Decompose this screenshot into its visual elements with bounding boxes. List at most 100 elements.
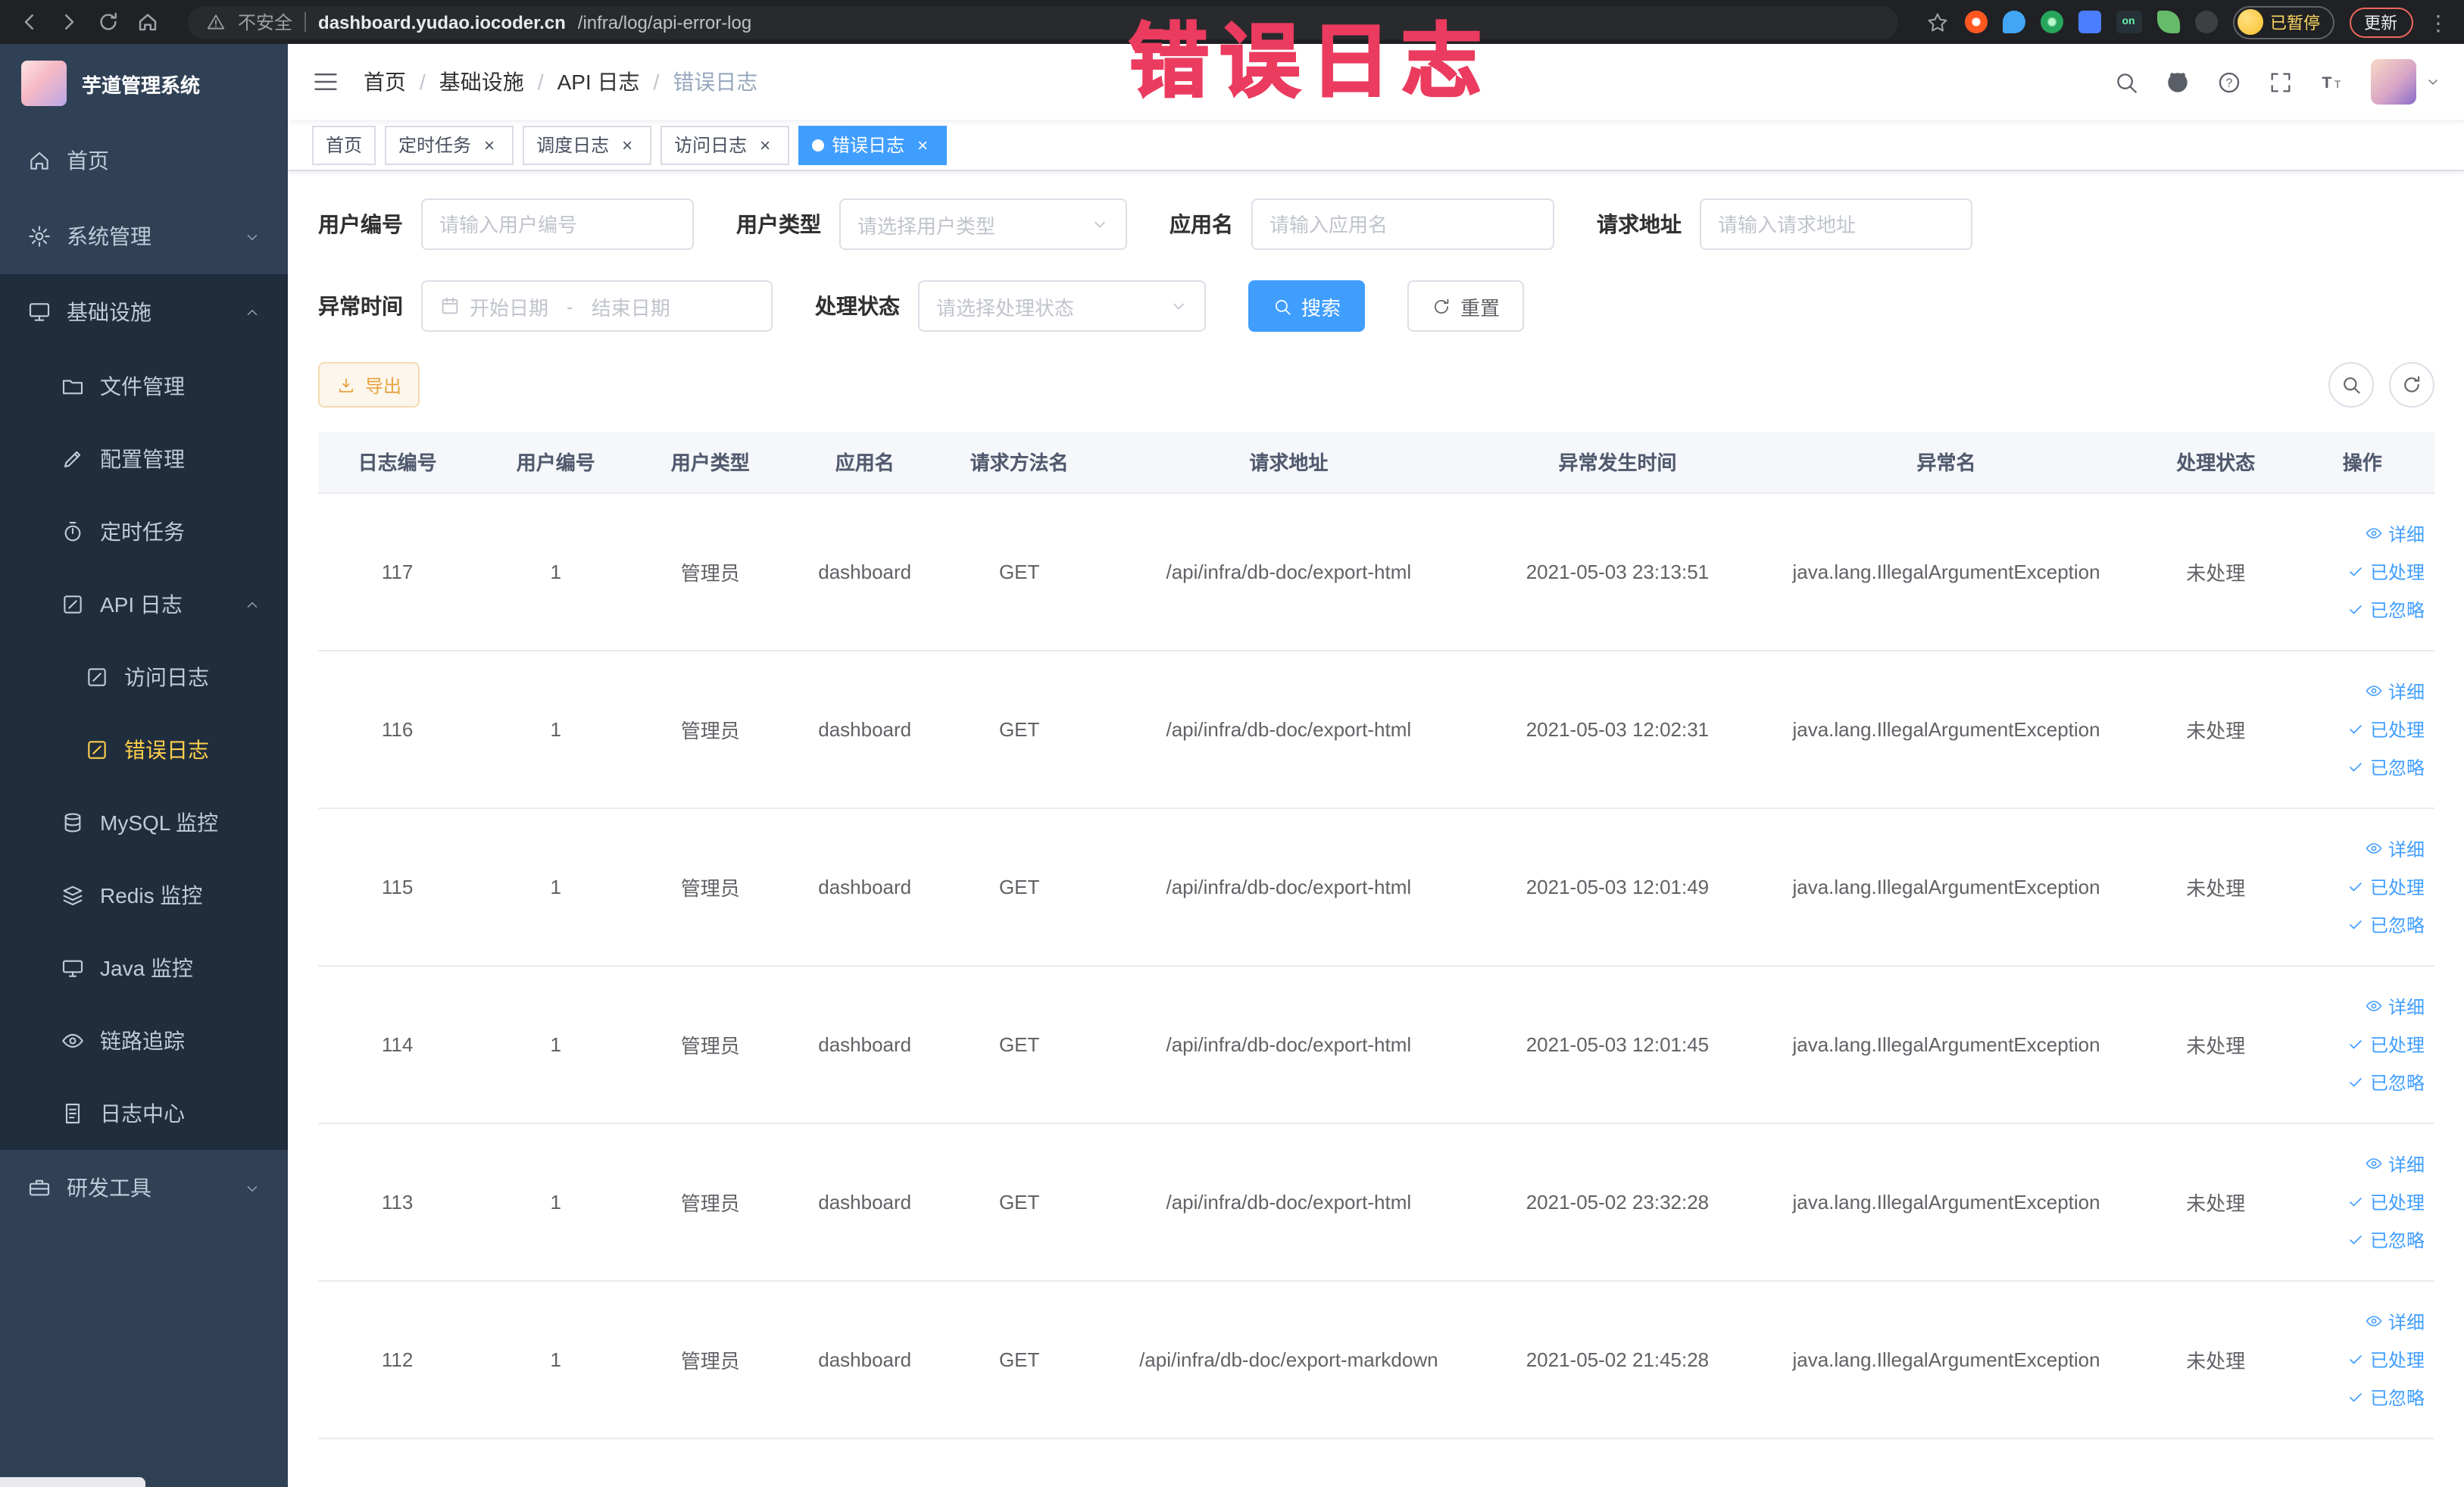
tab-调度日志[interactable]: 调度日志 × [523, 125, 652, 164]
home-icon[interactable] [133, 8, 161, 36]
process-status-select[interactable]: 请选择处理状态 [918, 280, 1206, 332]
action-detail[interactable]: 详细 [2366, 993, 2425, 1019]
sidebar-item-system-management[interactable]: 系统管理 [0, 198, 288, 274]
app-logo[interactable]: 芋道管理系统 [0, 44, 288, 123]
sidebar-item-tracing[interactable]: 链路追踪 [0, 1004, 288, 1077]
cell-exception: java.lang.IllegalArgumentException [1752, 1280, 2141, 1439]
sidebar-item-api-log[interactable]: API 日志 [0, 568, 288, 641]
browser-menu-icon[interactable]: ⋮ [2428, 11, 2449, 33]
chevron-down-icon [244, 1179, 261, 1196]
sidebar-item-home[interactable]: 首页 [0, 123, 288, 198]
action-processed[interactable]: 已处理 [2347, 716, 2425, 742]
request-url-input[interactable] [1718, 213, 1954, 236]
back-icon[interactable] [15, 8, 42, 36]
close-icon[interactable]: × [479, 134, 500, 155]
user-type-select[interactable]: 请选择用户类型 [839, 198, 1127, 250]
search-toggle-button[interactable] [2328, 362, 2373, 408]
action-detail[interactable]: 详细 [2366, 520, 2425, 546]
sidebar-item-dev-tools[interactable]: 研发工具 [0, 1150, 288, 1226]
sidebar-item-mysql-monitor[interactable]: MySQL 监控 [0, 786, 288, 859]
extension-icon-leaf[interactable] [2156, 11, 2179, 33]
user-avatar-dropdown[interactable] [2370, 59, 2440, 105]
sidebar-item-infrastructure[interactable]: 基础设施 [0, 274, 288, 350]
breadcrumb-item[interactable]: 首页 [364, 67, 406, 97]
close-icon[interactable]: × [912, 134, 933, 155]
hamburger-icon[interactable] [312, 68, 339, 95]
refresh-table-button[interactable] [2388, 362, 2434, 408]
close-icon[interactable]: × [754, 134, 776, 155]
action-detail[interactable]: 详细 [2366, 836, 2425, 861]
sidebar-item-error-log[interactable]: 错误日志 [0, 714, 288, 786]
search-button[interactable]: 搜索 [1248, 280, 1366, 332]
action-ignored[interactable]: 已忽略 [2347, 754, 2425, 779]
help-icon[interactable]: ? [2216, 69, 2241, 95]
action-label: 已忽略 [2369, 1387, 2425, 1408]
tab-错误日志[interactable]: 错误日志 × [798, 125, 948, 164]
cell-method: GET [944, 650, 1095, 808]
extension-icon-blue-grid[interactable] [2078, 11, 2100, 33]
action-ignored[interactable]: 已忽略 [2347, 1069, 2425, 1095]
tab-访问日志[interactable]: 访问日志 × [661, 125, 790, 164]
font-size-icon[interactable]: TT [2319, 69, 2344, 95]
tab-定时任务[interactable]: 定时任务 × [385, 125, 514, 164]
reload-icon[interactable] [94, 8, 121, 36]
extension-icon-orange[interactable] [1964, 11, 1987, 33]
cell-user-type: 管理员 [635, 1280, 786, 1439]
action-detail[interactable]: 详细 [2366, 678, 2425, 704]
exception-time-range-picker[interactable]: 开始日期 - 结束日期 [421, 280, 773, 332]
cell-app: dashboard [785, 1123, 945, 1281]
browser-profile-chip[interactable]: 已暂停 [2232, 5, 2334, 39]
extension-icon-blue-drop[interactable] [2002, 11, 2025, 33]
fullscreen-icon[interactable] [2267, 69, 2293, 95]
action-ignored[interactable]: 已忽略 [2347, 1226, 2425, 1252]
sidebar-item-log-center[interactable]: 日志中心 [0, 1077, 288, 1150]
app-name-input[interactable] [1269, 213, 1536, 236]
sidebar-item-access-log[interactable]: 访问日志 [0, 641, 288, 714]
filter-user-type: 用户类型 请选择用户类型 [736, 198, 1127, 250]
cell-time: 2021-05-02 23:32:28 [1482, 1123, 1753, 1281]
breadcrumb-separator: / [537, 70, 544, 94]
action-processed[interactable]: 已处理 [2347, 558, 2425, 584]
reset-button[interactable]: 重置 [1407, 280, 1525, 332]
search-icon[interactable] [2113, 69, 2138, 95]
action-ignored[interactable]: 已忽略 [2347, 596, 2425, 622]
github-icon[interactable] [2164, 69, 2190, 95]
sidebar-item-java-monitor[interactable]: Java 监控 [0, 932, 288, 1004]
extension-icon-green[interactable] [2040, 11, 2063, 33]
tab-label: 访问日志 [674, 135, 748, 156]
cell-url: /api/infra/db-doc/export-html [1095, 1123, 1483, 1281]
action-processed[interactable]: 已处理 [2347, 873, 2425, 899]
exception-time-label: 异常时间 [318, 294, 403, 318]
export-button[interactable]: 导出 [318, 362, 420, 408]
tab-首页[interactable]: 首页 [312, 125, 376, 164]
action-detail[interactable]: 详细 [2366, 1308, 2425, 1334]
url-divider [304, 12, 307, 32]
cell-time: 2021-05-02 21:45:28 [1482, 1280, 1753, 1439]
sidebar-item-redis-monitor[interactable]: Redis 监控 [0, 859, 288, 932]
cell-user-id: 1 [476, 808, 636, 966]
action-ignored[interactable]: 已忽略 [2347, 1384, 2425, 1410]
close-icon[interactable]: × [617, 134, 638, 155]
check-icon [2347, 1192, 2366, 1211]
cell-status: 未处理 [2140, 808, 2291, 966]
bookmark-star-icon[interactable] [1925, 10, 1949, 34]
forward-icon[interactable] [55, 8, 82, 36]
check-icon [2347, 1230, 2366, 1248]
action-processed[interactable]: 已处理 [2347, 1189, 2425, 1214]
action-processed[interactable]: 已处理 [2347, 1346, 2425, 1372]
action-ignored[interactable]: 已忽略 [2347, 911, 2425, 937]
user-id-input[interactable] [439, 213, 676, 236]
table-row: 114 1 管理员 dashboard GET/api/infra/db-doc/exp… [318, 965, 2434, 1123]
extension-icon-on[interactable]: on [2116, 11, 2141, 33]
address-bar[interactable]: 不安全 dashboard.yudao.iocoder.cn /infra/lo… [188, 5, 1897, 39]
sidebar-item-config-management[interactable]: 配置管理 [0, 423, 288, 495]
sidebar-item-scheduled-jobs[interactable]: 定时任务 [0, 495, 288, 568]
cell-status: 未处理 [2140, 650, 2291, 808]
extension-icon-dark[interactable] [2194, 11, 2217, 33]
chrome-update-button[interactable]: 更新 [2349, 7, 2412, 37]
action-processed[interactable]: 已处理 [2347, 1031, 2425, 1057]
url-host: dashboard.yudao.iocoder.cn [318, 11, 566, 33]
action-detail[interactable]: 详细 [2366, 1151, 2425, 1176]
reset-button-label: 重置 [1460, 296, 1501, 319]
sidebar-item-file-management[interactable]: 文件管理 [0, 350, 288, 423]
